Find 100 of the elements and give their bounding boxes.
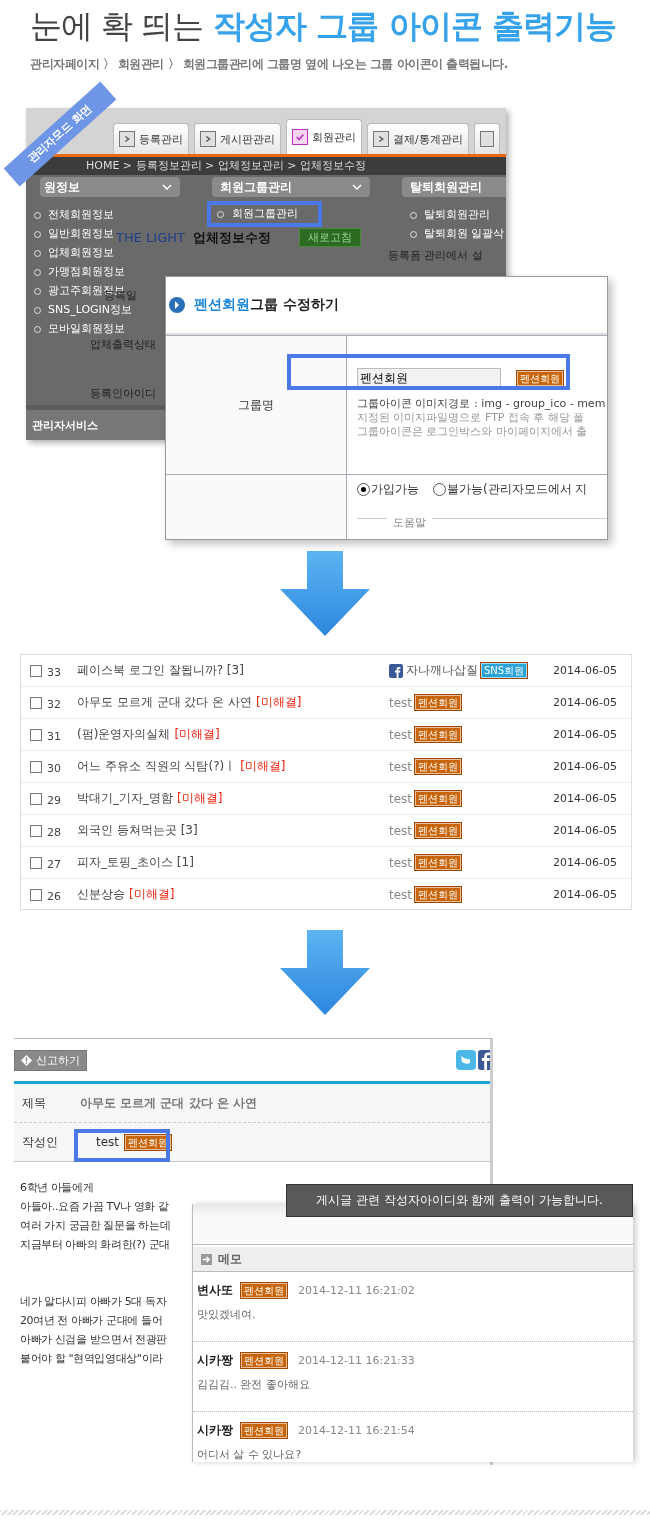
field-label: 업체출력상태 — [90, 337, 156, 352]
group-badge: 펜션회원 — [415, 759, 462, 774]
memo-title: 메모 — [218, 1250, 242, 1268]
menu-item[interactable]: 탈퇴회원 일괄삭 — [382, 226, 506, 242]
post-subject: 아무도 모르게 군대 갔다 온 사연 — [80, 1094, 257, 1112]
post-title[interactable]: 어느 주유소 직원의 식탐(?)ㅣ — [77, 759, 237, 773]
author-name: test — [389, 727, 413, 742]
row-label: 그룹명 — [166, 336, 347, 474]
comment-time: 2014-12-11 16:21:33 — [298, 1354, 415, 1367]
post-title[interactable]: 박대기_기자_명함 — [77, 791, 173, 805]
post-title[interactable]: (펌)운영자의실체 — [77, 727, 171, 741]
post-number: 27 — [47, 856, 62, 871]
post-title[interactable]: 피자_토핑_초이스 [1] — [77, 855, 194, 869]
status-tag: [미해결] — [177, 791, 223, 805]
post-date: 2014-06-05 — [553, 792, 617, 805]
menu-tab[interactable]: 게시판관리 — [194, 123, 281, 154]
author-name: test — [389, 759, 413, 774]
help-text: 그룹아이콘 이미지경로 : img - group_ico - mem — [357, 397, 607, 411]
post-title[interactable]: 신분상승 — [77, 887, 125, 901]
post-title[interactable]: 페이스북 로그인 잘됩니까? [3] — [77, 663, 244, 677]
dialog-title: 그룹 수정하기 — [250, 296, 339, 314]
group-badge: 펜션회원 — [241, 1283, 287, 1298]
body-text: 네가 알다시피 아빠가 5대 독자 — [20, 1294, 167, 1310]
post-date: 2014-06-05 — [553, 696, 617, 709]
menu-tab[interactable]: 회원관리 — [286, 119, 362, 154]
group-badge: 펜션회원 — [241, 1353, 287, 1368]
author-name: test — [389, 855, 413, 870]
post-title[interactable]: 외국인 등쳐먹는곳 [3] — [77, 823, 198, 837]
group-badge: 펜션회원 — [415, 695, 462, 710]
menu-item[interactable]: SNS_LOGIN정보 — [26, 302, 192, 318]
commenter-name: 시카짱 — [197, 1352, 233, 1369]
author-name: 자나깨나삽질 — [406, 662, 478, 679]
post-number: 28 — [47, 824, 62, 839]
post-date: 2014-06-05 — [553, 888, 617, 901]
menu-tab[interactable]: 결제/통계관리 — [367, 123, 469, 154]
post-date: 2014-06-05 — [553, 760, 617, 773]
menu-item[interactable]: 모바일회원정보 — [26, 321, 192, 337]
post-date: 2014-06-05 — [553, 856, 617, 869]
commenter-name: 시카짱 — [197, 1422, 233, 1439]
group-badge: 펜션회원 — [415, 727, 462, 742]
status-tag: [미해결] — [174, 727, 220, 741]
body-text: 20여년 전 아빠가 군대에 들어 — [20, 1313, 163, 1329]
body-text: 아빠가 신검을 받으면서 전광판 — [20, 1332, 168, 1348]
author-name: test — [389, 887, 413, 902]
author-name: test — [389, 695, 413, 710]
group-badge: 펜션회원 — [415, 791, 462, 806]
author-name: test — [389, 791, 413, 806]
menu-item[interactable]: 탈퇴회원관리 — [382, 207, 506, 223]
post-number: 29 — [47, 792, 62, 807]
field-label: 작성인 — [22, 1133, 59, 1151]
group-badge: 펜션회원 — [241, 1423, 287, 1438]
tooltip: 게시글 관련 작성자아이디와 함께 출력이 가능합니다. — [286, 1184, 633, 1217]
comment-text: 어디서 살 수 있나요? — [197, 1447, 303, 1462]
post-number: 26 — [47, 888, 62, 903]
status-tag: [미해결] — [129, 887, 175, 901]
group-badge: 펜션회원 — [415, 823, 462, 838]
post-date: 2014-06-05 — [553, 824, 617, 837]
group-badge: SNS회원 — [481, 663, 528, 678]
body-text: 붙어야 할 "현역입영대상"이라 — [20, 1351, 163, 1367]
field-label: 제목 — [22, 1094, 47, 1112]
body-text: 아들아..요즘 가끔 TV나 영화 같 — [20, 1199, 169, 1215]
page-note: 등록폼 관리에서 설 — [388, 248, 483, 263]
refresh-button[interactable]: 새로고침 — [298, 228, 361, 247]
comment-time: 2014-12-11 16:21:54 — [298, 1424, 415, 1437]
body-text: 지금부터 아빠의 화려한(?) 군대 — [20, 1237, 170, 1253]
dialog-title-name: 펜션회원 — [194, 296, 250, 314]
comment-text: 맛있겠네여. — [197, 1307, 257, 1322]
comment-text: 김김김.. 완전 좋아해요 — [197, 1377, 311, 1392]
commenter-name: 변사또 — [197, 1282, 233, 1299]
post-number: 31 — [47, 728, 62, 743]
post-number: 32 — [47, 696, 62, 711]
radio-option[interactable]: 가입가능 — [357, 481, 419, 498]
help-text: 그룹아이콘은 로그인박스와 마이페이지에서 출 — [357, 425, 589, 439]
menu-item[interactable]: 업체회원정보 — [26, 245, 192, 261]
radio-option[interactable]: 불가능(관리자모드에서 지 — [433, 481, 588, 498]
author-name: test — [389, 823, 413, 838]
description: 관리자페이지 〉 회원관리 〉 회원그룹관리에 그룹명 옆에 나오는 그룹 아이콘이 출력됩니다. — [30, 56, 509, 73]
page-title: 업체정보수정 — [192, 228, 271, 247]
post-number: 30 — [47, 760, 62, 775]
headline-highlight: 작성자 그룹 아이콘 출력기능 — [213, 7, 616, 45]
comment-time: 2014-12-11 16:21:02 — [298, 1284, 415, 1297]
status-tag: [미해결] — [256, 695, 302, 709]
group-badge: 펜션회원 — [415, 855, 462, 870]
help-text: 지정된 이미지파일명으로 FTP 접속 후 해당 폴 — [357, 411, 586, 425]
menu-item[interactable]: 가맹점회원정보 — [26, 264, 192, 280]
menu-tab[interactable]: 등록관리 — [113, 123, 189, 154]
body-text: 여러 가지 궁금한 질문을 하는데 — [20, 1218, 171, 1234]
post-title[interactable]: 아무도 모르게 군대 갔다 온 사연 — [77, 695, 253, 709]
headline: 눈에 확 띄는 — [30, 7, 204, 45]
field-label: 등록인아이디 — [90, 386, 156, 401]
post-date: 2014-06-05 — [553, 728, 617, 741]
author-name: test — [96, 1135, 120, 1149]
menu-item[interactable]: 전체회원정보 — [26, 207, 192, 223]
menu-item[interactable]: 회원그룹관리 — [207, 201, 322, 227]
help-legend: 도움말 — [387, 516, 432, 529]
group-name-field[interactable]: 펜션회원 — [357, 368, 501, 388]
post-date: 2014-06-05 — [553, 664, 617, 677]
footer-label: 관리자서비스 — [32, 417, 98, 433]
group-badge: 펜션회원 — [415, 887, 462, 902]
group-badge: 펜션회원 — [517, 370, 563, 386]
